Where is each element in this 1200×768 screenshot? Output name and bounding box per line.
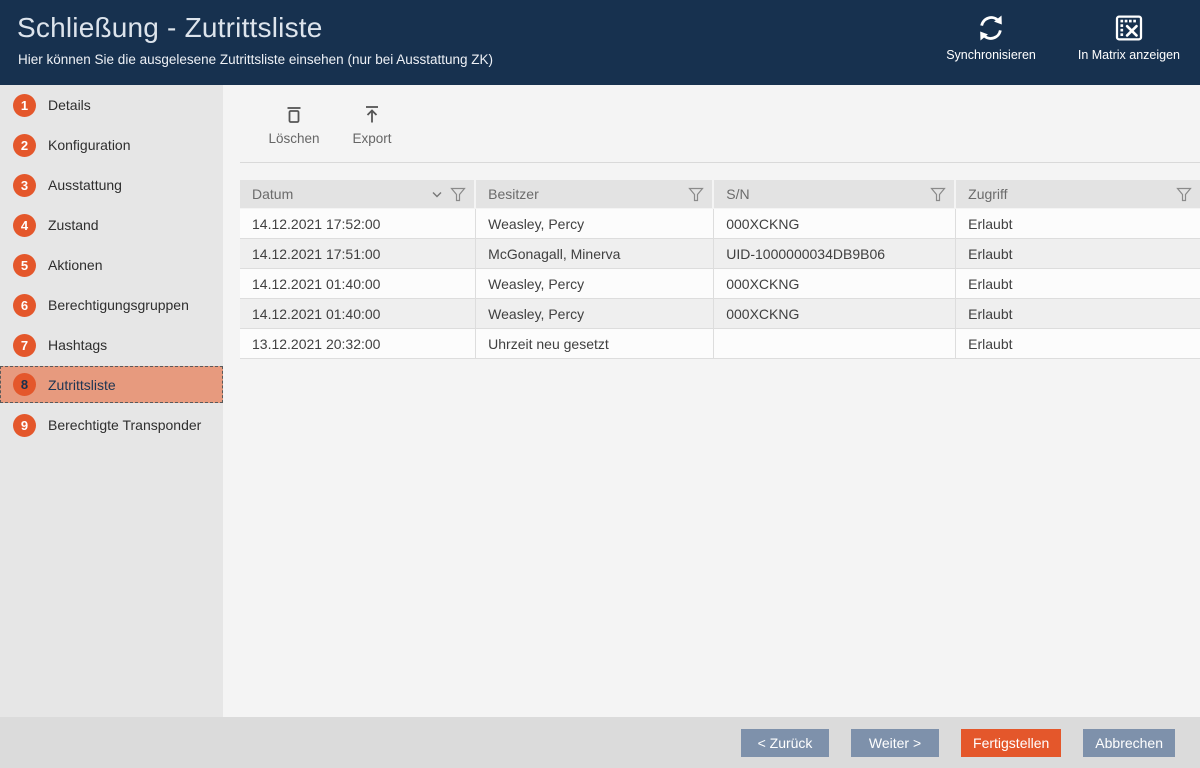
table-row[interactable]: 14.12.2021 01:40:00 Weasley, Percy 000XC…: [240, 299, 1200, 329]
sync-icon: [975, 12, 1007, 44]
matrix-icon: [1113, 12, 1145, 44]
cell-zugriff: Erlaubt: [956, 209, 1200, 239]
sidebar-item-details[interactable]: 1 Details: [0, 85, 223, 125]
cell-besitzer: Weasley, Percy: [476, 209, 714, 239]
sidebar-item-berechtigungsgruppen[interactable]: 6 Berechtigungsgruppen: [0, 285, 223, 325]
table-toolbar: Löschen Export: [263, 98, 403, 150]
main-content: Löschen Export Datum: [223, 85, 1200, 717]
sidebar-item-label: Berechtigungsgruppen: [48, 297, 189, 313]
cell-datum: 14.12.2021 17:52:00: [240, 209, 476, 239]
sidebar-item-label: Berechtigte Transponder: [48, 417, 201, 433]
step-number-badge: 6: [13, 294, 36, 317]
cell-zugriff: Erlaubt: [956, 299, 1200, 329]
page-title: Schließung - Zutrittsliste: [17, 12, 323, 44]
sidebar-item-konfiguration[interactable]: 2 Konfiguration: [0, 125, 223, 165]
show-in-matrix-button[interactable]: In Matrix anzeigen: [1072, 8, 1186, 66]
cell-datum: 13.12.2021 20:32:00: [240, 329, 476, 359]
finish-button[interactable]: Fertigstellen: [961, 729, 1061, 757]
step-number-badge: 7: [13, 334, 36, 357]
filter-icon[interactable]: [450, 187, 466, 202]
step-number-badge: 8: [13, 373, 36, 396]
sidebar-item-ausstattung[interactable]: 3 Ausstattung: [0, 165, 223, 205]
table-row[interactable]: 14.12.2021 17:52:00 Weasley, Percy 000XC…: [240, 209, 1200, 239]
trash-icon: [283, 102, 305, 126]
cell-besitzer: Weasley, Percy: [476, 269, 714, 299]
cell-datum: 14.12.2021 01:40:00: [240, 299, 476, 329]
sidebar-item-label: Zustand: [48, 217, 99, 233]
column-label: Besitzer: [488, 186, 539, 202]
sidebar-item-aktionen[interactable]: 5 Aktionen: [0, 245, 223, 285]
cell-zugriff: Erlaubt: [956, 329, 1200, 359]
cell-zugriff: Erlaubt: [956, 269, 1200, 299]
delete-label: Löschen: [268, 131, 319, 146]
synchronize-label: Synchronisieren: [946, 48, 1036, 62]
cell-zugriff: Erlaubt: [956, 239, 1200, 269]
access-list-table: Datum: [240, 180, 1200, 359]
sidebar-item-label: Details: [48, 97, 91, 113]
sidebar-item-label: Ausstattung: [48, 177, 122, 193]
cell-sn: UID-1000000034DB9B06: [714, 239, 956, 269]
next-button[interactable]: Weiter >: [851, 729, 939, 757]
sidebar-item-berechtigte-transponder[interactable]: 9 Berechtigte Transponder: [0, 405, 223, 445]
column-label: Zugriff: [968, 186, 1007, 202]
table-row[interactable]: 14.12.2021 01:40:00 Weasley, Percy 000XC…: [240, 269, 1200, 299]
filter-icon[interactable]: [688, 187, 704, 202]
cell-besitzer: Uhrzeit neu gesetzt: [476, 329, 714, 359]
wizard-footer: < Zurück Weiter > Fertigstellen Abbreche…: [0, 717, 1200, 768]
sidebar-item-label: Hashtags: [48, 337, 107, 353]
page-subtitle: Hier können Sie die ausgelesene Zutritts…: [18, 52, 493, 67]
header-bar: Schließung - Zutrittsliste Hier können S…: [0, 0, 1200, 85]
toolbar-divider: [240, 162, 1200, 163]
column-header-besitzer[interactable]: Besitzer: [476, 180, 714, 209]
cell-datum: 14.12.2021 17:51:00: [240, 239, 476, 269]
back-button[interactable]: < Zurück: [741, 729, 829, 757]
export-label: Export: [352, 131, 391, 146]
column-header-datum[interactable]: Datum: [240, 180, 476, 209]
column-header-sn[interactable]: S/N: [714, 180, 956, 209]
cell-sn: 000XCKNG: [714, 299, 956, 329]
step-number-badge: 4: [13, 214, 36, 237]
show-in-matrix-label: In Matrix anzeigen: [1078, 48, 1180, 62]
column-label: S/N: [726, 186, 749, 202]
sidebar-item-label: Konfiguration: [48, 137, 131, 153]
wizard-step-sidebar: 1 Details 2 Konfiguration 3 Ausstattung …: [0, 85, 223, 717]
table-row[interactable]: 14.12.2021 17:51:00 McGonagall, Minerva …: [240, 239, 1200, 269]
sidebar-item-hashtags[interactable]: 7 Hashtags: [0, 325, 223, 365]
sidebar-item-zutrittsliste[interactable]: 8 Zutrittsliste: [0, 366, 223, 403]
cell-besitzer: McGonagall, Minerva: [476, 239, 714, 269]
delete-button[interactable]: Löschen: [263, 98, 325, 150]
sidebar-item-zustand[interactable]: 4 Zustand: [0, 205, 223, 245]
header-actions: Synchronisieren In: [940, 8, 1186, 66]
step-number-badge: 1: [13, 94, 36, 117]
export-button[interactable]: Export: [341, 98, 403, 150]
cancel-button[interactable]: Abbrechen: [1083, 729, 1175, 757]
step-number-badge: 2: [13, 134, 36, 157]
step-number-badge: 9: [13, 414, 36, 437]
step-number-badge: 3: [13, 174, 36, 197]
cell-sn: 000XCKNG: [714, 209, 956, 239]
sort-desc-icon: [431, 190, 443, 199]
filter-icon[interactable]: [930, 187, 946, 202]
sidebar-item-label: Zutrittsliste: [48, 377, 116, 393]
cell-besitzer: Weasley, Percy: [476, 299, 714, 329]
table-row[interactable]: 13.12.2021 20:32:00 Uhrzeit neu gesetzt …: [240, 329, 1200, 359]
cell-datum: 14.12.2021 01:40:00: [240, 269, 476, 299]
column-label: Datum: [252, 186, 293, 202]
synchronize-button[interactable]: Synchronisieren: [940, 8, 1042, 66]
step-number-badge: 5: [13, 254, 36, 277]
filter-icon[interactable]: [1176, 187, 1192, 202]
export-icon: [361, 102, 383, 126]
cell-sn: 000XCKNG: [714, 269, 956, 299]
column-header-zugriff[interactable]: Zugriff: [956, 180, 1200, 209]
sidebar-item-label: Aktionen: [48, 257, 102, 273]
cell-sn: [714, 329, 956, 359]
